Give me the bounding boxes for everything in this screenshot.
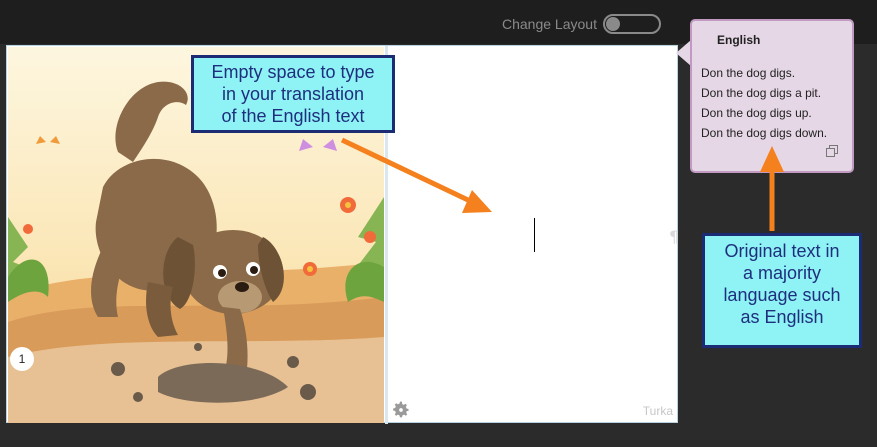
language-label: Turka (642, 404, 673, 418)
callout-original-text: Original text in a majority language suc… (702, 233, 862, 348)
callout-line: of the English text (221, 106, 365, 126)
change-layout-toggle[interactable] (602, 14, 661, 34)
source-line: Don the dog digs down. (701, 126, 828, 140)
source-text-bubble: English Don the dog digs. Don the dog di… (690, 19, 854, 173)
copy-icon[interactable] (826, 145, 838, 157)
callout-line: in your translation (221, 84, 365, 104)
change-layout-label: Change Layout (502, 16, 597, 32)
text-cursor (534, 218, 535, 252)
callout-line: language such (723, 285, 841, 305)
source-language-title: English (717, 33, 761, 47)
source-line: Don the dog digs up. (701, 106, 812, 120)
page-number-badge: 1 (10, 347, 34, 371)
callout-line: Original text in (724, 241, 840, 261)
translation-text-box[interactable]: ¶ Turka (389, 47, 680, 422)
callout-translation-space: Empty space to type in your translation … (191, 55, 395, 133)
gear-icon[interactable] (391, 400, 411, 420)
callout-line: as English (740, 307, 824, 327)
source-text-lines: Don the dog digs. Don the dog digs a pit… (701, 63, 827, 143)
change-layout-control[interactable]: Change Layout (502, 14, 661, 34)
callout-line: a majority (742, 263, 822, 283)
bubble-pointer (676, 40, 691, 66)
source-line: Don the dog digs a pit. (701, 86, 822, 100)
source-line: Don the dog digs. (701, 66, 796, 80)
paragraph-mark-icon: ¶ (669, 227, 680, 246)
callout-line: Empty space to type (211, 62, 375, 82)
toggle-knob (605, 17, 620, 31)
